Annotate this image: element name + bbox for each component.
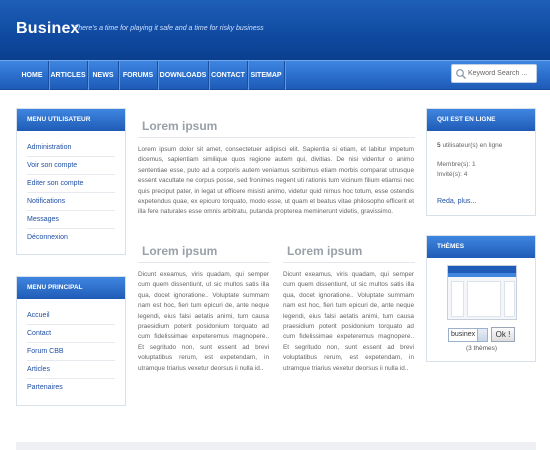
- online-more-link[interactable]: Reda, plus...: [437, 198, 476, 205]
- nav-news[interactable]: NEWS: [88, 61, 118, 90]
- invites-count: Invité(s): 4: [437, 171, 468, 178]
- nav-contact[interactable]: CONTACT: [209, 61, 247, 90]
- online-text: utilisateur(s) en ligne: [442, 142, 503, 149]
- main-article-title[interactable]: Lorem ipsum: [142, 119, 217, 133]
- divider: [138, 137, 415, 138]
- online-users-line: 5 utilisateur(s) en ligne: [437, 141, 525, 151]
- menu-principal-title: MENU PRINCIPAL: [17, 277, 125, 299]
- nav-forums[interactable]: FORUMS: [119, 61, 157, 90]
- menu-utilisateur-title: MENU UTILISATEUR: [17, 109, 125, 131]
- chevron-down-icon: [477, 329, 487, 341]
- theme-select[interactable]: businex: [448, 328, 488, 342]
- footer-bar: [16, 442, 536, 450]
- qui-est-en-ligne-title: QUI EST EN LIGNE: [427, 109, 535, 131]
- menu-principal-panel: MENU PRINCIPAL Accueil Contact Forum CBB…: [16, 276, 126, 406]
- menu-link-messages[interactable]: Messages: [27, 211, 115, 229]
- menu-link-accueil[interactable]: Accueil: [27, 307, 115, 325]
- qui-est-en-ligne-panel: QUI EST EN LIGNE 5 utilisateur(s) en lig…: [426, 108, 536, 216]
- menu-link-forum-cbb[interactable]: Forum CBB: [27, 343, 115, 361]
- menu-link-partenaires[interactable]: Partenaires: [27, 379, 115, 397]
- divider: [283, 262, 415, 263]
- themes-title: THÈMES: [427, 236, 535, 258]
- menu-link-editer-compte[interactable]: Editer son compte: [27, 175, 115, 193]
- menu-link-notifications[interactable]: Notifications: [27, 193, 115, 211]
- theme-preview-image[interactable]: [447, 265, 517, 320]
- theme-count: (3 thèmes): [466, 345, 498, 352]
- nav-downloads[interactable]: DOWNLOADS: [158, 61, 208, 90]
- site-tagline: There's a time for playing it safe and a…: [74, 25, 264, 32]
- right-article-body: Dicunt exeamus, viris quadam, qui semper…: [283, 271, 414, 372]
- theme-ok-button[interactable]: Ok !: [491, 327, 515, 342]
- site-header: Businex There's a time for playing it sa…: [0, 0, 550, 60]
- membres-count: Membre(s): 1: [437, 161, 476, 168]
- left-article-body: Dicunt exeamus, viris quadam, qui semper…: [138, 271, 269, 372]
- nav-divider: [284, 61, 285, 90]
- search-input[interactable]: [468, 65, 536, 82]
- menu-link-contact[interactable]: Contact: [27, 325, 115, 343]
- menu-link-voir-compte[interactable]: Voir son compte: [27, 157, 115, 175]
- main-article-body: Lorem ipsum dolor sit amet, consectetuer…: [138, 146, 414, 216]
- menu-link-deconnexion[interactable]: Déconnexion: [27, 229, 115, 247]
- divider: [138, 262, 270, 263]
- menu-link-administration[interactable]: Administration: [27, 139, 115, 157]
- nav-articles[interactable]: ARTICLES: [49, 61, 87, 90]
- nav-sitemap[interactable]: SITEMAP: [248, 61, 284, 90]
- search-box: [451, 64, 537, 83]
- left-article-title[interactable]: Lorem ipsum: [142, 244, 217, 258]
- right-article-title[interactable]: Lorem ipsum: [287, 244, 362, 258]
- search-icon[interactable]: [455, 68, 467, 80]
- site-logo[interactable]: Businex: [16, 20, 80, 38]
- theme-select-value: businex: [451, 331, 476, 338]
- menu-utilisateur-panel: MENU UTILISATEUR Administration Voir son…: [16, 108, 126, 255]
- nav-home[interactable]: HOME: [14, 61, 50, 90]
- menu-link-articles[interactable]: Articles: [27, 361, 115, 379]
- online-count: 5: [437, 142, 441, 149]
